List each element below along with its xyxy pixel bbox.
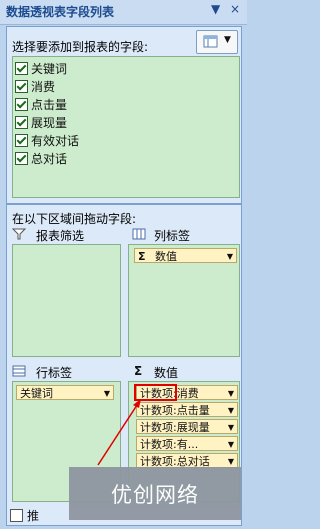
annotation-arrow-icon	[97, 399, 141, 466]
checkbox-checked-icon[interactable]	[15, 97, 28, 111]
chevron-down-icon[interactable]: ▼	[228, 454, 234, 467]
field-item[interactable]: 点击量	[15, 95, 67, 113]
values-title: 数值	[154, 366, 179, 380]
report-filter-area[interactable]	[12, 244, 121, 357]
field-item[interactable]: 展现量	[15, 113, 67, 131]
checkbox-unchecked-icon[interactable]	[10, 509, 23, 522]
value-field-pill[interactable]: 计数项:展现量 ▼	[136, 419, 238, 434]
field-item[interactable]: 有效对话	[15, 131, 79, 149]
panel-title-bar: 数据透视表字段列表 ▼ ×	[0, 0, 247, 25]
panel-options-dropdown[interactable]: ▼	[211, 2, 220, 16]
column-labels-title: 列标签	[154, 229, 191, 243]
sigma-icon: Σ	[138, 250, 146, 263]
layout-icon	[203, 35, 218, 48]
value-field-pill[interactable]: 计数项:点击量 ▼	[136, 402, 238, 417]
checkbox-checked-icon[interactable]	[15, 79, 28, 93]
defer-update-option[interactable]: 推	[10, 507, 39, 524]
chevron-down-icon: ▼	[224, 35, 231, 45]
chevron-down-icon[interactable]: ▼	[228, 437, 234, 450]
drag-fields-label: 在以下区域间拖动字段:	[12, 212, 137, 226]
checkbox-checked-icon[interactable]	[15, 133, 28, 147]
value-field-pill[interactable]: 计数项:总对话 ▼	[136, 453, 238, 468]
row-labels-icon	[12, 365, 26, 377]
checkbox-checked-icon[interactable]	[15, 61, 28, 75]
checkbox-checked-icon[interactable]	[15, 151, 28, 165]
checkbox-checked-icon[interactable]	[15, 115, 28, 129]
filter-icon	[12, 228, 26, 240]
field-item[interactable]: 消费	[15, 77, 55, 95]
sigma-icon: Σ	[134, 364, 143, 378]
value-field-pill[interactable]: 计数项:有... ▼	[136, 436, 238, 451]
field-item[interactable]: 总对话	[15, 149, 67, 167]
field-item[interactable]: 关键词	[15, 59, 67, 77]
chevron-down-icon[interactable]: ▼	[228, 386, 234, 399]
layout-options-button[interactable]: ▼	[196, 30, 238, 54]
report-filter-label: 报表筛选	[36, 229, 85, 243]
column-labels-icon	[132, 228, 146, 240]
watermark: 优创网络	[69, 467, 241, 520]
chevron-down-icon[interactable]: ▼	[228, 420, 234, 433]
panel-title: 数据透视表字段列表	[6, 5, 115, 19]
chevron-down-icon[interactable]: ▼	[227, 249, 233, 262]
field-list: 关键词 消费 点击量 展现量 有效对话 总对话	[12, 56, 240, 198]
close-button[interactable]: ×	[230, 2, 240, 16]
choose-fields-label: 选择要添加到报表的字段:	[12, 40, 149, 54]
column-field-pill[interactable]: Σ 数值 ▼	[134, 248, 237, 263]
chevron-down-icon[interactable]: ▼	[228, 403, 234, 416]
row-labels-title: 行标签	[36, 366, 73, 380]
